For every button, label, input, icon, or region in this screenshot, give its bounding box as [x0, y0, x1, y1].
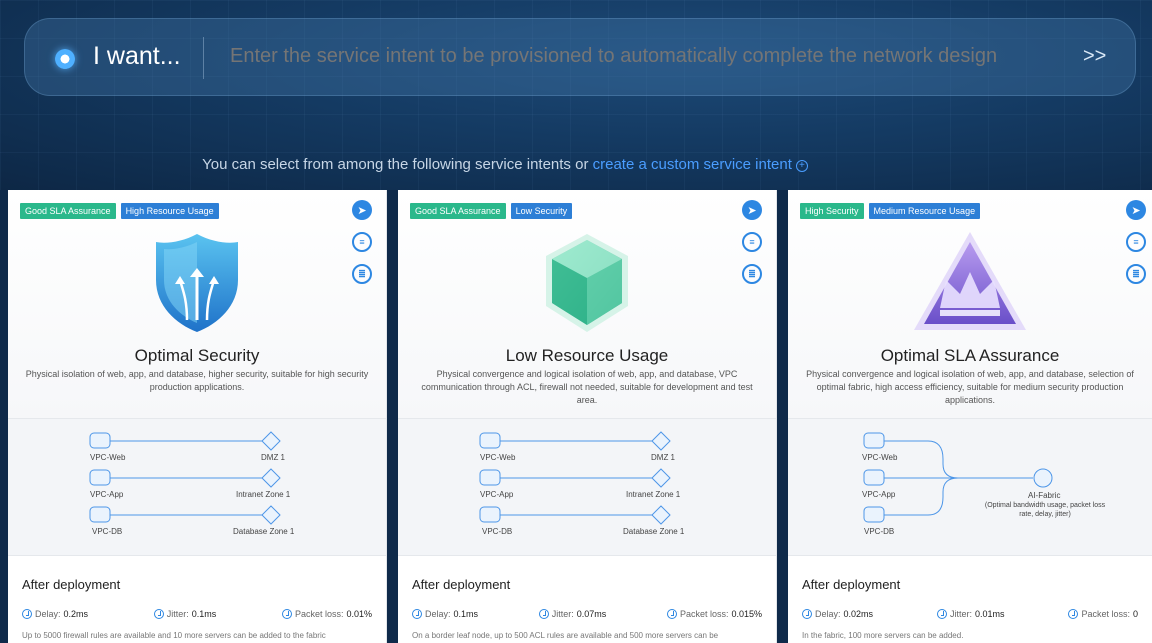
add-circle-icon[interactable]: +	[795, 160, 808, 172]
intent-logo-icon	[55, 49, 75, 69]
diagram-left-label: VPC-Web	[862, 453, 898, 462]
diagram-right-label: DMZ 1	[261, 453, 285, 462]
subtitle-text: You can select from among the following …	[202, 156, 593, 173]
crown-triangle-icon	[788, 228, 1152, 338]
clock-icon	[412, 609, 422, 619]
card-tags: High Security Medium Resource Usage	[800, 203, 981, 219]
shield-arrows-icon	[8, 228, 386, 338]
tag-security: High Security	[800, 203, 864, 219]
intent-card-optimal-security[interactable]: Good SLA Assurance High Resource Usage ➤…	[8, 190, 387, 643]
clock-icon	[22, 609, 32, 619]
clock-icon	[802, 609, 812, 619]
card-footnote: In the fabric, 100 more servers can be a…	[802, 631, 964, 640]
intent-subtitle: You can select from among the following …	[0, 156, 1010, 173]
diagram-right-label: Intranet Zone 1	[626, 490, 681, 499]
diagram-left-label: VPC-DB	[482, 527, 513, 536]
tag-resource: Medium Resource Usage	[868, 203, 981, 219]
intent-divider	[203, 37, 204, 79]
jitter-icon	[538, 609, 549, 619]
diagram-right-label: AI-Fabric	[1028, 491, 1061, 500]
diagram-right-label: Database Zone 1	[233, 527, 295, 536]
diagram-left-label: VPC-App	[862, 490, 896, 499]
diagram-left-label: VPC-DB	[92, 527, 123, 536]
topology-diagram: VPC-Web VPC-App VPC-DB DMZ 1 Intranet Zo…	[8, 418, 386, 556]
deployment-metrics: Delay: 0.02ms Jitter: 0.01ms Packet loss: 0	[802, 609, 1138, 619]
packet-loss-metric: Packet loss: 0	[1068, 609, 1138, 619]
card-footnote: On a border leaf node, up to 500 ACL rul…	[412, 631, 719, 640]
tag-sla: Good SLA Assurance	[410, 203, 506, 219]
delay-metric: Delay: 0.02ms	[802, 609, 873, 619]
ai-fabric-note: (Optimal bandwidth usage, packet loss ra…	[984, 502, 1106, 518]
tag-sla: Good SLA Assurance	[20, 203, 116, 219]
diagram-left-label: VPC-App	[480, 490, 514, 499]
deployment-metrics: Delay: 0.2ms Jitter: 0.1ms Packet loss: 0.0…	[22, 609, 372, 619]
send-icon[interactable]: ➤	[352, 200, 372, 220]
jitter-metric: Jitter: 0.1ms	[153, 609, 216, 619]
diagram-left-label: VPC-DB	[864, 527, 895, 536]
packet-loss-metric: Packet loss: 0.015%	[666, 609, 762, 619]
delay-metric: Delay: 0.2ms	[22, 609, 88, 619]
intent-card-optimal-sla-assurance[interactable]: High Security Medium Resource Usage ➤ ≡ …	[788, 190, 1152, 643]
jitter-icon	[936, 609, 947, 619]
after-deployment-label: After deployment	[802, 577, 901, 592]
card-description: Physical convergence and logical isolati…	[806, 369, 1134, 405]
packet-loss-metric: Packet loss: 0.01%	[281, 609, 372, 619]
intent-hero: I want... >> You can select from among t…	[0, 0, 1152, 190]
diagram-left-label: VPC-Web	[90, 453, 126, 462]
jitter-metric: Jitter: 0.01ms	[936, 609, 1005, 619]
hexagon-shape-icon	[398, 228, 776, 338]
diagram-right-label: DMZ 1	[651, 453, 675, 462]
intent-prefix: I want...	[93, 42, 181, 70]
topology-diagram: VPC-Web VPC-App VPC-DB AI-Fabric (Optima…	[788, 418, 1152, 556]
intent-card-low-resource-usage[interactable]: Good SLA Assurance Low Security ➤ ≡ ≣ Lo…	[398, 190, 777, 643]
intent-input[interactable]	[230, 45, 1050, 68]
card-description: Physical isolation of web, app, and data…	[25, 369, 369, 392]
deployment-metrics: Delay: 0.1ms Jitter: 0.07ms Packet loss: 0.…	[412, 609, 762, 619]
card-title: Low Resource Usage	[505, 346, 669, 365]
after-deployment-label: After deployment	[412, 577, 511, 592]
card-title: Optimal Security	[134, 346, 260, 365]
send-icon[interactable]: ➤	[742, 200, 762, 220]
tag-resource: High Resource Usage	[120, 203, 219, 219]
timer-icon	[1068, 609, 1079, 619]
card-footnote: Up to 5000 firewall rules are available …	[22, 631, 326, 640]
jitter-metric: Jitter: 0.07ms	[538, 609, 606, 619]
submit-intent-button[interactable]: >>	[1083, 45, 1106, 68]
send-icon[interactable]: ➤	[1126, 200, 1146, 220]
card-description: Physical convergence and logical isolati…	[421, 369, 753, 405]
topology-diagram: VPC-Web VPC-App VPC-DB DMZ 1 Intranet Zo…	[398, 418, 776, 556]
card-tags: Good SLA Assurance Low Security	[410, 203, 573, 219]
diagram-left-label: VPC-Web	[480, 453, 516, 462]
diagram-right-label: Intranet Zone 1	[236, 490, 291, 499]
intent-bar[interactable]: I want... >>	[24, 18, 1136, 96]
timer-icon	[281, 609, 292, 619]
tag-security: Low Security	[510, 203, 573, 219]
diagram-left-label: VPC-App	[90, 490, 124, 499]
create-custom-intent-link[interactable]: create a custom service intent	[593, 156, 792, 173]
card-tags: Good SLA Assurance High Resource Usage	[20, 203, 219, 219]
timer-icon	[666, 609, 677, 619]
diagram-right-label: Database Zone 1	[623, 527, 685, 536]
jitter-icon	[153, 609, 164, 619]
card-title: Optimal SLA Assurance	[880, 346, 1060, 365]
delay-metric: Delay: 0.1ms	[412, 609, 478, 619]
after-deployment-label: After deployment	[22, 577, 121, 592]
